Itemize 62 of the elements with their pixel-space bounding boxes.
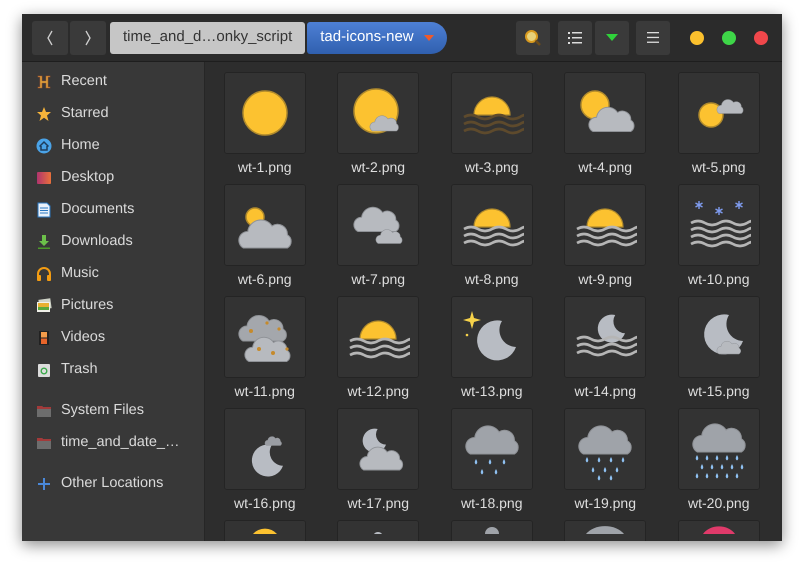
- trash-icon: [36, 362, 52, 378]
- window-control-button[interactable]: [722, 30, 736, 44]
- file-name[interactable]: wt-3.png: [464, 157, 519, 178]
- star-icon: [36, 106, 52, 122]
- desktop-icon: [36, 170, 52, 186]
- sidebar-item[interactable]: Desktop: [22, 162, 204, 194]
- sidebar-item[interactable]: Downloads: [22, 226, 204, 258]
- cloud-icon: [484, 526, 500, 534]
- file-name[interactable]: wt-13.png: [461, 381, 522, 402]
- file-name[interactable]: wt-9.png: [578, 269, 632, 290]
- sidebar-item[interactable]: Other Locations: [22, 468, 204, 500]
- file-name[interactable]: wt-4.png: [578, 157, 632, 178]
- path-button[interactable]: tad-icons-new: [307, 22, 447, 54]
- download-icon: [36, 234, 52, 250]
- folder-icon: [36, 403, 52, 419]
- path-button[interactable]: time_and_d…onky_script: [110, 22, 306, 54]
- sidebar-item[interactable]: Music: [22, 258, 204, 290]
- cloud-icon: [584, 526, 626, 534]
- sidebar-item[interactable]: Documents: [22, 194, 204, 226]
- file-name[interactable]: wt-14.png: [574, 381, 636, 402]
- window-control-button[interactable]: [754, 30, 768, 44]
- caret-icon: [424, 34, 434, 40]
- sidebar-item[interactable]: Trash: [22, 354, 204, 386]
- file-name[interactable]: wt-18.png: [461, 493, 522, 514]
- file-name[interactable]: wt-17.png: [348, 493, 409, 514]
- file-name[interactable]: wt-2.png: [351, 157, 406, 178]
- h-letter-icon: [36, 74, 52, 90]
- file-name[interactable]: wt-1.png: [238, 157, 292, 178]
- file-name[interactable]: wt-5.png: [692, 157, 746, 178]
- file-name[interactable]: wt-15.png: [688, 381, 750, 402]
- file-name[interactable]: wt-8.png: [464, 269, 519, 290]
- list-icon: [568, 32, 582, 44]
- pictures-icon: [36, 298, 52, 314]
- sidebar-item[interactable]: Pictures: [22, 290, 204, 322]
- file-name[interactable]: wt-11.png: [234, 381, 295, 402]
- list-view-button[interactable]: [558, 20, 592, 54]
- file-name[interactable]: wt-6.png: [238, 269, 292, 290]
- menu-button[interactable]: [636, 20, 670, 54]
- headphones-icon: [36, 266, 52, 282]
- sidebar-item[interactable]: time_and_date_…: [22, 427, 204, 459]
- sidebar-item[interactable]: Recent: [22, 66, 204, 98]
- home-icon: [36, 138, 52, 154]
- file-name[interactable]: wt-16.png: [234, 493, 296, 514]
- sidebar-item[interactable]: System Files: [22, 395, 204, 427]
- window-control-button[interactable]: [690, 30, 704, 44]
- sidebar-item[interactable]: Videos: [22, 322, 204, 354]
- file-name[interactable]: wt-10.png: [688, 269, 750, 290]
- plus-icon: [36, 476, 52, 492]
- file-name[interactable]: wt-12.png: [348, 381, 409, 402]
- film-icon: [36, 330, 52, 346]
- file-name[interactable]: wt-19.png: [574, 493, 636, 514]
- file-name[interactable]: wt-7.png: [351, 269, 406, 290]
- menu-icon: [647, 32, 659, 43]
- document-icon: [36, 202, 52, 218]
- folder-icon: [36, 435, 52, 451]
- search-button[interactable]: [516, 20, 550, 54]
- caret-icon: [606, 34, 618, 41]
- view-options-button[interactable]: [595, 20, 629, 54]
- sidebar-item[interactable]: Home: [22, 130, 204, 162]
- file-name[interactable]: wt-20.png: [688, 493, 750, 514]
- sidebar-item[interactable]: Starred: [22, 98, 204, 130]
- search-icon: [524, 28, 542, 46]
